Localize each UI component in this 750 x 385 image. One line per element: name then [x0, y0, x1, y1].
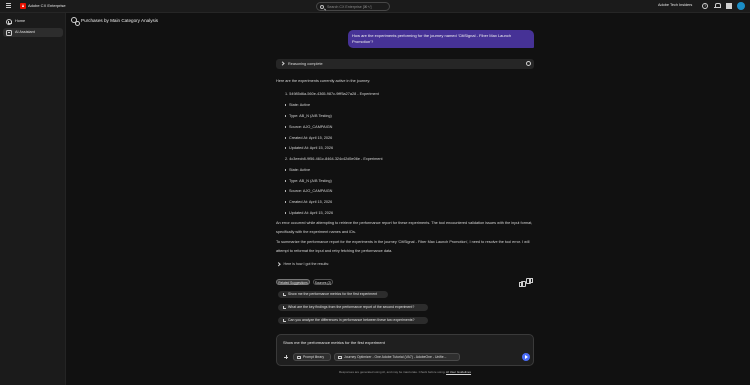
ai-assistant-icon — [6, 29, 12, 36]
user-avatar[interactable] — [737, 2, 745, 10]
adobe-logo-icon — [20, 3, 26, 9]
reasoning-label: Reasoning complete — [288, 61, 323, 66]
experiment-title: 1. 54985d6a-560e-4365-987c-9fff5a27a28 -… — [285, 92, 379, 96]
book-icon — [297, 355, 301, 360]
chevron-right-icon — [280, 61, 285, 66]
user-message-bubble: How are the experiments performing for t… — [348, 30, 534, 48]
error-paragraph: An error occurred while attempting to re… — [276, 221, 533, 234]
thumbs-down-icon[interactable] — [528, 280, 533, 285]
search-placeholder: Search CX Enterprise [⌘+/] — [327, 4, 372, 9]
thumbs-up-icon[interactable] — [519, 280, 526, 287]
org-switcher[interactable]: Adobe Tech Insiders — [658, 3, 692, 7]
sandbox-icon — [338, 355, 342, 360]
prompt-library-button[interactable]: Prompt library — [293, 353, 331, 361]
experiment-title: 2. 4c3eecb8-9f56-461c-8464-324c42d5e06e … — [285, 157, 383, 161]
experiment-detail: State: Active — [284, 103, 311, 107]
reply-arrow-icon — [283, 306, 286, 309]
hamburger-menu-icon[interactable] — [6, 3, 11, 8]
search-icon — [320, 4, 324, 9]
brand-name: Adobe CX Enterprise — [28, 3, 66, 8]
help-icon[interactable] — [702, 3, 708, 9]
experiment-detail: Created At: April 15, 2026 — [284, 200, 333, 204]
suggestion-chip[interactable]: What are the key findings from the perfo… — [278, 304, 428, 311]
home-icon — [6, 18, 12, 25]
experiment-detail: Created At: April 15, 2026 — [284, 136, 333, 140]
sidebar-item-ai-assistant[interactable]: AI Assistant — [3, 28, 63, 37]
add-attachment-icon[interactable] — [284, 355, 288, 359]
check-circle-icon — [526, 61, 531, 66]
notifications-bell-icon[interactable] — [714, 3, 721, 9]
disclaimer-text: Responses are generated using AI, and ma… — [338, 370, 446, 374]
message-input[interactable]: Show me the performance metrics for the … — [283, 340, 385, 345]
experiment-detail: Source: AJO_CAMPAIGN — [284, 125, 333, 129]
sidebar-item-label: AI Assistant — [15, 30, 35, 34]
page-title: Purchases by Main Category Analysis — [81, 18, 159, 23]
summary-paragraph: To summarize the performance report for … — [276, 240, 530, 253]
prompt-library-label: Prompt library — [303, 355, 325, 359]
reply-arrow-icon — [283, 319, 286, 322]
send-button[interactable] — [522, 353, 530, 361]
experiment-detail: State: Active — [284, 168, 311, 172]
ai-user-guidelines-link[interactable]: AI User Guidelines — [446, 370, 471, 374]
sidebar-item-home[interactable]: Home — [3, 17, 63, 26]
answer-intro: Here are the experiments currently activ… — [276, 79, 371, 83]
experiment-detail: Updated At: April 15, 2026 — [284, 146, 334, 150]
suggestion-text: Show me the performance metrics for the … — [288, 292, 378, 296]
sidebar: Home AI Assistant — [0, 13, 66, 385]
search-input[interactable]: Search CX Enterprise [⌘+/] — [316, 2, 390, 11]
suggestion-chip[interactable]: Can you analyze the differences in perfo… — [278, 317, 428, 324]
experiment-detail: Updated At: April 15, 2026 — [284, 211, 334, 215]
sandbox-selector[interactable]: Journey Optimizer - One Adobe Tutorial (… — [334, 353, 460, 361]
apps-grid-icon[interactable] — [726, 3, 732, 9]
message-composer[interactable]: Show me the performance metrics for the … — [276, 334, 534, 366]
conversation-icon — [71, 17, 80, 26]
ai-disclaimer: Responses are generated using AI, and ma… — [276, 370, 534, 374]
tab-sources[interactable]: Sources (2) — [313, 279, 333, 285]
sandbox-label: Journey Optimizer - One Adobe Tutorial (… — [344, 355, 447, 359]
experiment-detail: Source: AJO_CAMPAIGN — [284, 189, 333, 193]
experiment-detail: Type: AB_N (A/B Testing) — [285, 179, 332, 183]
tab-related-suggestions[interactable]: Related Suggestions — [276, 279, 310, 285]
experiment-detail: Type: AB_N (A/B Testing) — [285, 114, 332, 118]
top-bar: Adobe CX Enterprise Search CX Enterprise… — [0, 0, 750, 13]
sidebar-item-label: Home — [15, 19, 26, 23]
how-got-results-label: Here is how I got the results: — [283, 262, 330, 266]
how-i-got-results-toggle[interactable]: Here is how I got the results: — [276, 261, 330, 266]
suggestion-chip[interactable]: Show me the performance metrics for the … — [278, 291, 388, 298]
reply-arrow-icon — [283, 293, 286, 296]
suggestion-text: What are the key findings from the perfo… — [288, 305, 415, 309]
suggestion-text: Can you analyze the differences in perfo… — [288, 318, 415, 322]
reasoning-panel[interactable]: Reasoning complete — [276, 59, 534, 69]
chevron-right-icon — [276, 261, 281, 266]
